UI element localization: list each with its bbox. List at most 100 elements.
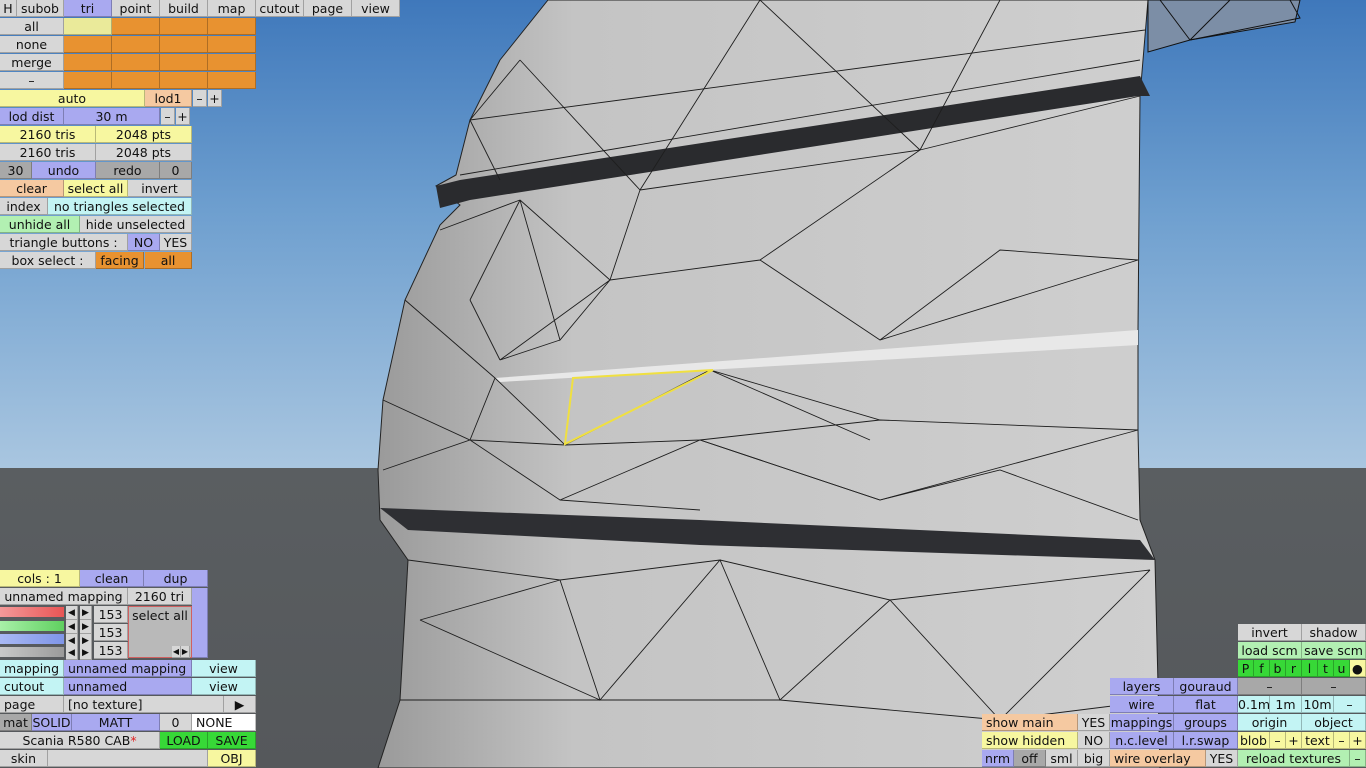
wire-button[interactable]: wire [1110,696,1174,713]
menu-subob[interactable]: subob [17,0,64,17]
layers-button[interactable]: layers [1110,678,1174,695]
dash-left-button[interactable]: – [1238,678,1302,695]
off-button[interactable]: off [1014,750,1046,767]
menu-build[interactable]: build [160,0,208,17]
mat-none-field[interactable]: NONE [192,714,256,731]
flag-dot-icon[interactable]: ● [1350,660,1366,677]
object-name[interactable]: Scania R580 CAB* [0,732,160,749]
undo-button[interactable]: undo [32,162,96,179]
green-right-arrow-icon[interactable]: ▶ [80,620,92,634]
redo-button[interactable]: redo [96,162,160,179]
group-cell[interactable] [64,36,112,53]
gouraud-button[interactable]: gouraud [1174,678,1238,695]
group-cell[interactable] [208,72,256,89]
dash-button[interactable]: – [0,72,64,89]
mat-matt-button[interactable]: MATT [72,714,160,731]
index-button[interactable]: index [0,198,48,215]
save-button[interactable]: SAVE [208,732,256,749]
group-cell[interactable] [64,72,112,89]
mat-value[interactable]: 0 [160,714,192,731]
red-channel-value[interactable]: 153 [94,606,128,623]
blob-minus[interactable]: – [1270,732,1286,749]
nrm-button[interactable]: nrm [982,750,1014,767]
origin-button[interactable]: origin [1238,714,1302,731]
flag-u[interactable]: u [1334,660,1350,677]
step-10m[interactable]: 10m [1302,696,1334,713]
triangle-buttons-yes[interactable]: YES [160,234,192,251]
skin-field[interactable] [48,750,208,767]
lod-level-button[interactable]: lod1 [145,90,192,107]
flat-button[interactable]: flat [1174,696,1238,713]
page-arrow-icon[interactable]: ▶ [224,696,256,713]
dup-button[interactable]: dup [144,570,208,587]
load-scm-button[interactable]: load scm [1238,642,1302,659]
group-cell[interactable] [64,54,112,71]
big-button[interactable]: big [1078,750,1110,767]
flag-t[interactable]: t [1318,660,1334,677]
alpha-left-arrow-icon[interactable]: ◀ [66,646,78,660]
page-field[interactable]: [no texture] [64,696,224,713]
step-dash[interactable]: – [1334,696,1366,713]
alpha-channel-slider[interactable] [0,647,64,657]
group-cell[interactable] [112,54,160,71]
sml-button[interactable]: sml [1046,750,1078,767]
menu-map[interactable]: map [208,0,256,17]
mat-solid-button[interactable]: SOLID [32,714,72,731]
swatch-right-icon[interactable]: ▶ [181,646,190,658]
shadow-button[interactable]: shadow [1302,624,1366,641]
lod-auto-button[interactable]: auto [0,90,145,107]
nc-level-button[interactable]: n.c.level [1110,732,1174,749]
clean-button[interactable]: clean [80,570,144,587]
group-cell[interactable] [112,18,160,35]
cols-button[interactable]: cols : 1 [0,570,80,587]
triangle-buttons-no[interactable]: NO [128,234,160,251]
box-select-all[interactable]: all [145,252,192,269]
show-hidden-toggle[interactable]: NO [1078,732,1110,749]
invert-normals-button[interactable]: invert [1238,624,1302,641]
group-cell[interactable] [112,72,160,89]
lod-minus-button[interactable]: – [193,90,207,107]
green-left-arrow-icon[interactable]: ◀ [66,620,78,634]
mapping-view-button[interactable]: view [192,660,256,677]
lod-dist-minus[interactable]: – [161,108,175,125]
clear-button[interactable]: clear [0,180,64,197]
group-cell[interactable] [208,36,256,53]
cutout-view-button[interactable]: view [192,678,256,695]
select-all-tris-button[interactable]: select all [64,180,128,197]
blob-button[interactable]: blob [1238,732,1270,749]
swatch-left-icon[interactable]: ◀ [172,646,181,658]
dash-right-button[interactable]: – [1302,678,1366,695]
select-none-button[interactable]: none [0,36,64,53]
object-button[interactable]: object [1302,714,1366,731]
flag-f[interactable]: f [1254,660,1270,677]
group-cell[interactable] [160,36,208,53]
lod-dist-plus[interactable]: + [176,108,190,125]
red-left-arrow-icon[interactable]: ◀ [66,606,78,620]
flag-b[interactable]: b [1270,660,1286,677]
green-channel-value[interactable]: 153 [94,624,128,641]
menu-view[interactable]: view [352,0,400,17]
box-select-facing[interactable]: facing [96,252,144,269]
blob-plus[interactable]: + [1286,732,1302,749]
menu-cutout[interactable]: cutout [256,0,304,17]
unhide-all-button[interactable]: unhide all [0,216,80,233]
menu-h[interactable]: H [0,0,17,17]
menu-tri[interactable]: tri [64,0,112,17]
red-channel-slider[interactable] [0,607,64,617]
reload-minus[interactable]: – [1350,750,1366,767]
hide-unselected-button[interactable]: hide unselected [80,216,192,233]
text-plus[interactable]: + [1350,732,1366,749]
text-minus[interactable]: – [1334,732,1350,749]
flag-p[interactable]: P [1238,660,1254,677]
merge-button[interactable]: merge [0,54,64,71]
mappings-button[interactable]: mappings [1110,714,1174,731]
obj-button[interactable]: OBJ [208,750,256,767]
cutout-field[interactable]: unnamed [64,678,192,695]
group-cell[interactable] [160,72,208,89]
group-cell[interactable] [208,54,256,71]
menu-point[interactable]: point [112,0,160,17]
blue-channel-value[interactable]: 153 [94,642,128,659]
mapping-name[interactable]: unnamed mapping [0,588,128,605]
save-scm-button[interactable]: save scm [1302,642,1366,659]
alpha-right-arrow-icon[interactable]: ▶ [80,646,92,660]
